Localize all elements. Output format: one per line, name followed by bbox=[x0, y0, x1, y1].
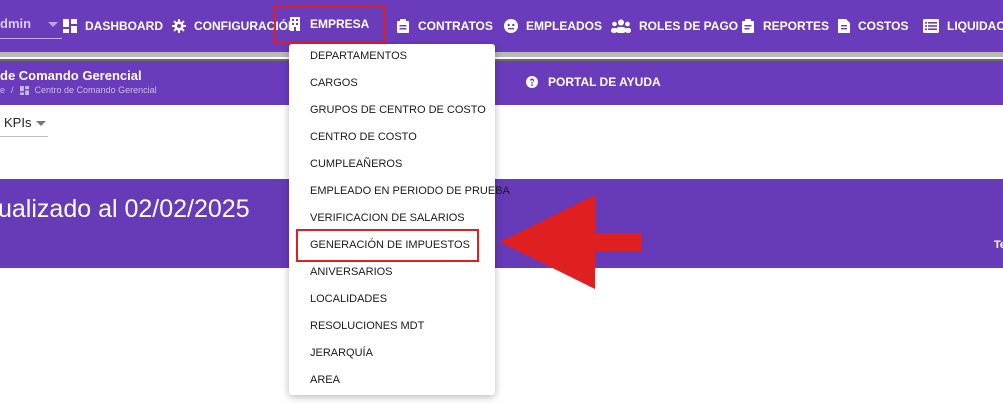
page-header: de Comando Gerencial e / Centro de Coman… bbox=[0, 61, 1003, 105]
dashboard-icon bbox=[63, 19, 77, 33]
nav-empleados[interactable]: EMPLEADOS bbox=[504, 0, 602, 52]
empresa-dropdown-menu: DEPARTAMENTOS CARGOS GRUPOS DE CENTRO DE… bbox=[289, 44, 510, 395]
list-icon bbox=[923, 19, 939, 33]
top-nav-bar: dmin DASHBOARD CONFIGURACIÓN EMPRESA CON… bbox=[0, 0, 1003, 52]
banner-right-text: Te bbox=[994, 239, 1003, 251]
nav-dashboard-label: DASHBOARD bbox=[85, 19, 163, 33]
gear-icon bbox=[172, 19, 186, 33]
clipboard-icon bbox=[397, 19, 409, 33]
menu-item-departamentos[interactable]: DEPARTAMENTOS bbox=[310, 50, 407, 62]
annotation-highlight-box bbox=[296, 229, 479, 262]
help-icon bbox=[526, 76, 538, 88]
help-portal-label: PORTAL DE AYUDA bbox=[548, 75, 661, 89]
view-select[interactable]: KPIs bbox=[0, 112, 48, 137]
help-portal-link[interactable]: PORTAL DE AYUDA bbox=[526, 75, 661, 89]
breadcrumb-current: Centro de Comando Gerencial bbox=[34, 85, 157, 95]
nav-liquidacion[interactable]: LIQUIDACIO bbox=[923, 0, 1003, 52]
menu-item-jerarquia[interactable]: JERARQUÍA bbox=[310, 347, 373, 359]
chevron-down-icon bbox=[36, 121, 46, 126]
banner-updated-text: ualizado al 02/02/2025 bbox=[0, 195, 250, 223]
face-icon bbox=[504, 19, 518, 33]
user-select[interactable]: dmin bbox=[0, 10, 62, 39]
annotation-arrow-icon bbox=[500, 195, 641, 289]
breadcrumb-home[interactable]: e bbox=[0, 85, 5, 95]
nav-costos[interactable]: COSTOS bbox=[838, 0, 908, 52]
nav-reportes-label: REPORTES bbox=[763, 19, 830, 33]
menu-item-area[interactable]: AREA bbox=[310, 374, 340, 386]
dashboard-icon bbox=[19, 85, 29, 95]
nav-roles-de-pago-label: ROLES DE PAGO bbox=[639, 19, 739, 33]
building-icon bbox=[290, 17, 300, 31]
user-select-label: dmin bbox=[0, 16, 32, 31]
menu-item-periodo-prueba[interactable]: EMPLEADO EN PERIODO DE PRUEBA bbox=[310, 185, 510, 197]
menu-item-centro-costo[interactable]: CENTRO DE COSTO bbox=[310, 131, 417, 143]
breadcrumb: e / Centro de Comando Gerencial bbox=[0, 85, 157, 95]
menu-item-resoluciones-mdt[interactable]: RESOLUCIONES MDT bbox=[310, 320, 424, 332]
nav-liquidacion-label: LIQUIDACIO bbox=[947, 19, 1003, 33]
nav-costos-label: COSTOS bbox=[858, 19, 909, 33]
breadcrumb-separator: / bbox=[11, 85, 14, 95]
nav-empresa-label: EMPRESA bbox=[310, 17, 370, 31]
nav-roles-de-pago[interactable]: ROLES DE PAGO bbox=[611, 0, 738, 52]
menu-item-cargos[interactable]: CARGOS bbox=[310, 77, 358, 89]
people-icon bbox=[611, 19, 631, 33]
page-title: de Comando Gerencial bbox=[0, 68, 142, 83]
assignment-icon bbox=[742, 19, 754, 33]
receipt-icon bbox=[838, 19, 850, 33]
nav-reportes[interactable]: REPORTES bbox=[741, 0, 829, 52]
nav-empresa[interactable]: EMPRESA bbox=[274, 5, 385, 43]
menu-item-grupos-centro-costo[interactable]: GRUPOS DE CENTRO DE COSTO bbox=[310, 104, 486, 116]
nav-dashboard[interactable]: DASHBOARD bbox=[63, 0, 163, 52]
nav-empleados-label: EMPLEADOS bbox=[526, 19, 603, 33]
menu-item-verificacion-salarios[interactable]: VERIFICACION DE SALARIOS bbox=[310, 212, 465, 224]
menu-item-aniversarios[interactable]: ANIVERSARIOS bbox=[310, 266, 393, 278]
view-select-value: KPIs bbox=[4, 115, 32, 130]
nav-contratos-label: CONTRATOS bbox=[418, 19, 493, 33]
menu-item-cumpleaneros[interactable]: CUMPLEAÑEROS bbox=[310, 158, 402, 170]
menu-item-localidades[interactable]: LOCALIDADES bbox=[310, 293, 387, 305]
chevron-down-icon bbox=[48, 22, 58, 27]
